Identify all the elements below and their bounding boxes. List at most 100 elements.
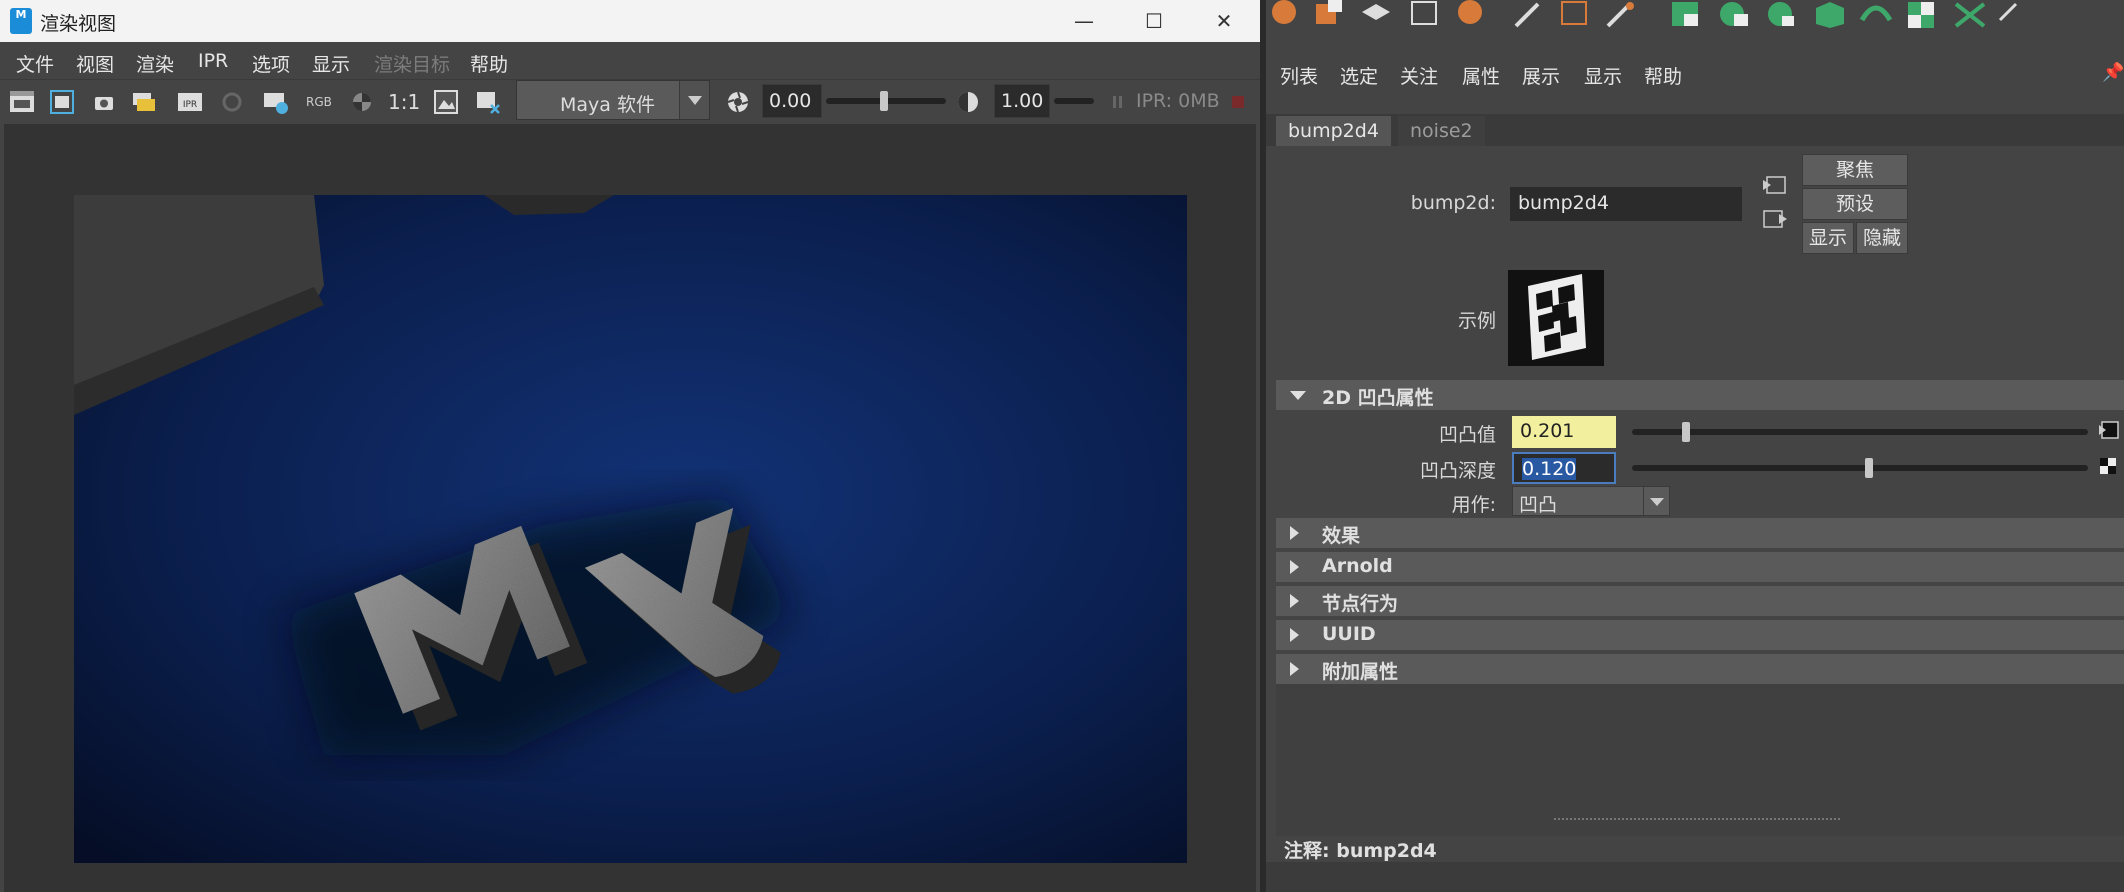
shelf-brush-icon[interactable]	[1602, 0, 1638, 30]
use-as-value: 凹凸	[1519, 494, 1558, 516]
remove-image-icon[interactable]	[474, 88, 502, 116]
section-2d-bump[interactable]: 2D 凹凸属性	[1276, 380, 2124, 410]
exposure-slider-handle[interactable]	[880, 91, 888, 111]
sample-swatch[interactable]	[1508, 270, 1604, 366]
tab-bump2d4[interactable]: bump2d4	[1276, 116, 1391, 146]
section-effects[interactable]: 效果	[1276, 518, 2124, 548]
real-size-button[interactable]: 1:1	[388, 88, 420, 116]
shelf-uv2-icon[interactable]	[1716, 0, 1752, 30]
attribute-editor-menubar: 列表 选定 关注 属性 展示 显示 帮助 📌	[1266, 56, 2124, 92]
render-view-window: M 渲染视图 — ☐ ✕ 文件 视图 渲染 IPR 选项 显示 渲染目标 帮助 …	[0, 0, 1260, 892]
rgb-channel-button[interactable]: RGB	[306, 88, 334, 116]
attribute-scroll-area[interactable]	[1276, 684, 2124, 836]
pin-icon[interactable]: 📌	[2102, 62, 2124, 83]
ae-menu-selected[interactable]: 选定	[1340, 62, 1378, 89]
menu-help[interactable]: 帮助	[470, 50, 508, 77]
gamma-field[interactable]: 1.00	[994, 84, 1050, 118]
bump-value-field[interactable]: 0.201	[1512, 416, 1616, 448]
shelf-uv3-icon[interactable]	[1764, 0, 1800, 30]
shelf-pyramid-icon[interactable]	[1406, 0, 1442, 30]
render-sequence-icon[interactable]	[130, 88, 158, 116]
node-name-field[interactable]: bump2d4	[1510, 187, 1742, 221]
hide-button[interactable]: 隐藏	[1856, 222, 1908, 254]
expanded-triangle-icon	[1290, 391, 1306, 400]
section-arnold[interactable]: Arnold	[1276, 552, 2124, 582]
shelf-uv5-icon[interactable]	[1858, 0, 1894, 30]
shelf-uv-icon[interactable]	[1668, 0, 1704, 30]
presets-button[interactable]: 预设	[1802, 188, 1908, 220]
redo-render-icon[interactable]	[8, 88, 36, 116]
node-type-label: bump2d:	[1410, 192, 1496, 214]
title-bar[interactable]: M 渲染视图 — ☐ ✕	[0, 0, 1260, 42]
menu-options[interactable]: 选项	[252, 50, 290, 77]
display-image-icon[interactable]	[432, 88, 460, 116]
alpha-channel-icon[interactable]	[348, 88, 376, 116]
render-region-icon[interactable]	[48, 88, 76, 116]
rendered-image[interactable]: MY	[74, 195, 1187, 863]
input-connection-icon[interactable]	[1762, 174, 1788, 200]
ae-menu-display[interactable]: 显示	[1584, 62, 1622, 89]
map-button-icon[interactable]	[2098, 420, 2120, 444]
shelf-cut-icon[interactable]	[1952, 0, 1988, 30]
checker-map-icon[interactable]	[2098, 456, 2118, 480]
maximize-button[interactable]: ☐	[1136, 6, 1172, 36]
use-as-label: 用作:	[1451, 494, 1496, 516]
exposure-field[interactable]: 0.00	[762, 84, 822, 118]
ae-menu-attributes[interactable]: 属性	[1462, 62, 1500, 89]
collapsed-triangle-icon	[1290, 628, 1299, 642]
ipr-render-icon[interactable]: IPR	[176, 88, 204, 116]
shelf-plane-icon[interactable]	[1358, 0, 1394, 30]
shelf-more-icon[interactable]	[1996, 0, 2032, 30]
minimize-button[interactable]: —	[1066, 6, 1102, 36]
section-node-behavior[interactable]: 节点行为	[1276, 586, 2124, 616]
section-uuid[interactable]: UUID	[1276, 620, 2124, 650]
bump-depth-slider-handle[interactable]	[1864, 458, 1873, 478]
menu-display[interactable]: 显示	[312, 50, 350, 77]
bump-depth-value: 0.120	[1522, 458, 1577, 480]
render-settings-icon[interactable]	[262, 88, 290, 116]
shelf-uv4-icon[interactable]	[1812, 0, 1848, 30]
chevron-down-icon[interactable]	[1643, 487, 1669, 515]
show-button[interactable]: 显示	[1802, 222, 1854, 254]
svg-text:IPR: IPR	[183, 100, 197, 110]
use-as-dropdown[interactable]: 凹凸	[1512, 486, 1670, 516]
bump-value-slider[interactable]	[1632, 429, 2088, 435]
ae-menu-focus[interactable]: 关注	[1400, 62, 1438, 89]
collapsed-triangle-icon	[1290, 594, 1299, 608]
renderer-value: Maya 软件	[560, 94, 655, 116]
notes-text-area[interactable]	[1266, 862, 2124, 892]
chevron-down-icon[interactable]	[679, 81, 709, 119]
menu-ipr[interactable]: IPR	[198, 50, 228, 72]
notes-resize-handle[interactable]	[1554, 818, 1840, 820]
renderer-dropdown[interactable]: Maya 软件	[516, 80, 710, 120]
ae-menu-show[interactable]: 展示	[1522, 62, 1560, 89]
sample-label: 示例	[1457, 310, 1496, 332]
shelf-checker-icon[interactable]	[1904, 0, 1940, 30]
shelf-sphere-grid-icon[interactable]	[1452, 0, 1488, 30]
snapshot-icon[interactable]	[90, 88, 118, 116]
shelf-sphere-icon[interactable]	[1266, 0, 1302, 30]
bump-value-label: 凹凸值	[1438, 424, 1496, 446]
shelf-cube-icon[interactable]	[1310, 0, 1346, 30]
tab-noise2[interactable]: noise2	[1398, 116, 1485, 146]
focus-button[interactable]: 聚焦	[1802, 154, 1908, 186]
menu-render[interactable]: 渲染	[136, 50, 174, 77]
ipr-memory-label: IPR: 0MB	[1136, 90, 1220, 112]
section-extra-attributes[interactable]: 附加属性	[1276, 654, 2124, 684]
collapsed-triangle-icon	[1290, 662, 1299, 676]
bump-depth-slider[interactable]	[1632, 465, 2088, 471]
close-button[interactable]: ✕	[1206, 6, 1242, 36]
menu-view[interactable]: 视图	[76, 50, 114, 77]
output-connection-icon[interactable]	[1762, 208, 1788, 234]
bump-depth-field[interactable]: 0.120	[1512, 452, 1616, 484]
shelf-curve-icon[interactable]	[1556, 0, 1592, 30]
shelf-pen-icon[interactable]	[1510, 0, 1546, 30]
ae-menu-list[interactable]: 列表	[1280, 62, 1318, 89]
menu-file[interactable]: 文件	[16, 50, 54, 77]
stop-render-icon	[1224, 88, 1252, 116]
gamma-slider[interactable]	[1054, 98, 1094, 104]
window-title: 渲染视图	[40, 13, 117, 35]
ae-menu-help[interactable]: 帮助	[1644, 62, 1682, 89]
bump-value-slider-handle[interactable]	[1682, 422, 1691, 442]
collapsed-triangle-icon	[1290, 526, 1299, 540]
